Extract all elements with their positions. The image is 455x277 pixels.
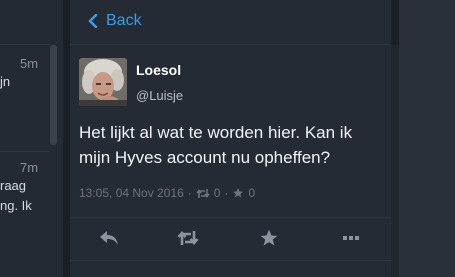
list-scrollbar[interactable] [50,45,57,145]
star-count-icon [233,188,244,198]
avatar[interactable] [79,58,127,106]
favorite-button[interactable] [257,226,281,250]
item-time: 7m [20,160,39,175]
retweet-button[interactable] [176,226,200,250]
retweet-count: 0 [213,186,221,200]
tweet-detail-panel: Back Loesol @Luisje Het lijkt al wat te … [70,0,399,277]
more-icon [343,236,359,240]
item-text: raag [0,178,27,193]
back-label: Back [106,12,142,29]
tweet-text: Het lijkt al wat te worden hier. Kan ik … [79,123,353,167]
tweet-timestamp: 13:05, 04 Nov 2016 [79,186,184,200]
divider [70,260,391,261]
reply-icon [100,231,118,245]
star-icon [260,229,278,246]
retweet-count-icon [196,188,210,198]
back-button[interactable]: Back [88,10,142,32]
timeline-list: 5m jn 7m raag ng. Ik [0,0,63,277]
item-time: 5m [20,56,39,71]
item-text: ng. Ik [0,198,32,213]
avatar-image [79,58,127,106]
list-divider [0,44,50,45]
chevron-left-icon [88,14,98,28]
tweet-meta: 13:05, 04 Nov 2016 · 0 · 0 [79,186,256,200]
divider [70,217,391,218]
display-name[interactable]: Loesol [136,62,181,78]
panel-scroll-track[interactable] [391,45,399,277]
tweet-actions [70,226,391,250]
favorite-count: 0 [248,186,256,200]
list-divider [0,151,50,152]
right-column [399,0,455,277]
reply-button[interactable] [97,226,121,250]
item-text: jn [0,74,11,89]
divider [70,44,391,45]
retweet-icon [177,231,199,245]
user-handle[interactable]: @Luisje [136,88,183,103]
more-button[interactable] [339,226,363,250]
